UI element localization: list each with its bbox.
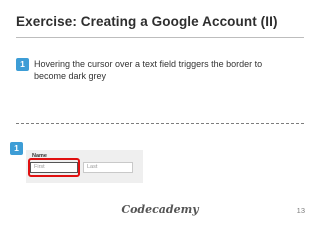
last-name-field[interactable]: Last (83, 162, 133, 173)
slide-title: Exercise: Creating a Google Account (II) (16, 14, 278, 29)
step-description: Hovering the cursor over a text field tr… (34, 59, 263, 81)
page-number: 13 (296, 206, 305, 215)
section-divider (16, 123, 304, 124)
screenshot-marker-badge: 1 (10, 142, 23, 155)
highlight-box (28, 158, 80, 177)
title-divider (16, 37, 304, 38)
step-number-badge: 1 (16, 58, 29, 71)
last-name-placeholder: Last (87, 164, 98, 170)
codecademy-logo: Codecademy (121, 203, 199, 216)
